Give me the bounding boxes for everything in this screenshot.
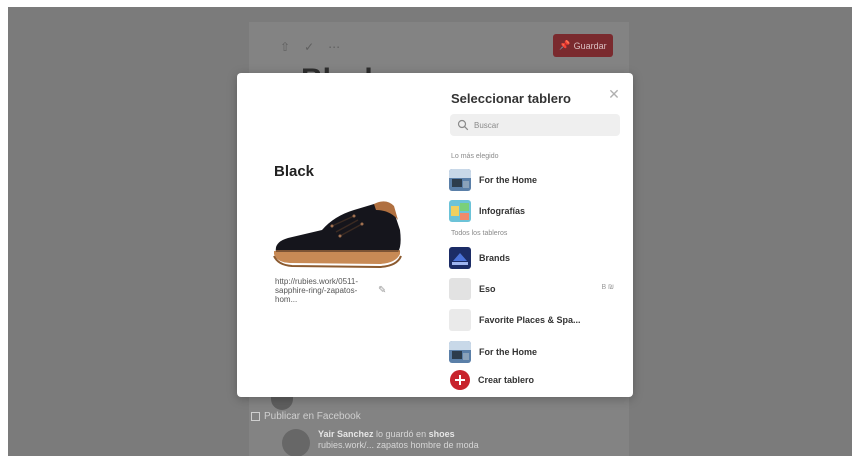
checkbox: [251, 412, 260, 421]
save-label: Guardar: [573, 40, 607, 51]
board-name: Infografías: [479, 206, 526, 216]
board-item-brands[interactable]: Brands: [449, 245, 624, 271]
activity-board: shoes: [428, 429, 455, 439]
board-item-eso[interactable]: Eso B ₪: [449, 276, 624, 302]
more-icon: ⋯: [328, 40, 341, 54]
board-name: For the Home: [479, 175, 538, 185]
screen-frame: ⇧ ✓ ⋯ 📌 Guardar Black Publicar en Facebo…: [0, 0, 860, 463]
pin-title: Black: [274, 163, 315, 180]
activity-text: Yair Sanchez lo guardó en shoes rubies.w…: [318, 429, 479, 456]
board-thumbnail: [449, 278, 471, 300]
publish-facebook-option: Publicar en Facebook: [251, 411, 361, 422]
board-thumbnail: [449, 169, 471, 191]
secret-lock-icon: B ₪: [601, 284, 614, 291]
pencil-icon[interactable]: ✎: [378, 285, 390, 297]
board-item-favorite-places[interactable]: Favorite Places & Spa...: [449, 307, 624, 333]
board-item-for-the-home[interactable]: For the Home: [449, 339, 624, 365]
board-thumbnail: [449, 247, 471, 269]
board-name: For the Home: [479, 347, 538, 357]
check-icon: ✓: [304, 40, 315, 54]
create-board-label: Crear tablero: [478, 375, 535, 385]
board-thumbnail: [449, 341, 471, 363]
board-name: Eso: [479, 284, 496, 294]
board-thumbnail: [449, 200, 471, 222]
board-item-infografias[interactable]: Infografías: [449, 198, 624, 224]
section-all-boards: Todos los tableros: [451, 230, 508, 237]
create-board-button[interactable]: Crear tablero: [449, 367, 624, 393]
activity-line2: rubies.work/... zapatos hombre de moda: [318, 440, 479, 450]
shoe-image: [273, 201, 402, 269]
board-name: Brands: [479, 253, 511, 263]
pin-image: [270, 196, 404, 270]
board-item-for-the-home-top[interactable]: For the Home: [449, 167, 624, 193]
search-icon: [457, 119, 469, 131]
plus-icon: [450, 370, 470, 390]
pin-url: http://rubies.work/0511-sapphire-ring/-z…: [275, 277, 359, 304]
section-most-chosen: Lo más elegido: [451, 153, 499, 160]
background-save-button: 📌 Guardar: [553, 34, 613, 57]
publish-facebook-label: Publicar en Facebook: [264, 411, 361, 422]
close-icon[interactable]: ✕: [607, 87, 621, 101]
board-name: Favorite Places & Spa...: [479, 315, 581, 325]
board-search[interactable]: [450, 114, 620, 136]
panel-title: Seleccionar tablero: [451, 91, 571, 106]
upload-icon: ⇧: [280, 40, 291, 54]
board-thumbnail: [449, 309, 471, 331]
avatar: [282, 429, 310, 456]
activity-user: Yair Sanchez: [318, 429, 374, 439]
background-toolbar: ⇧ ✓ ⋯: [280, 40, 340, 54]
pin-icon: 📌: [559, 40, 571, 50]
search-input[interactable]: [474, 120, 614, 130]
background-activity: Yair Sanchez lo guardó en shoes rubies.w…: [282, 429, 479, 456]
select-board-modal: Black http://rubies.work/0511-sapphire-r…: [237, 73, 633, 397]
activity-verb: lo guardó en: [373, 429, 429, 439]
